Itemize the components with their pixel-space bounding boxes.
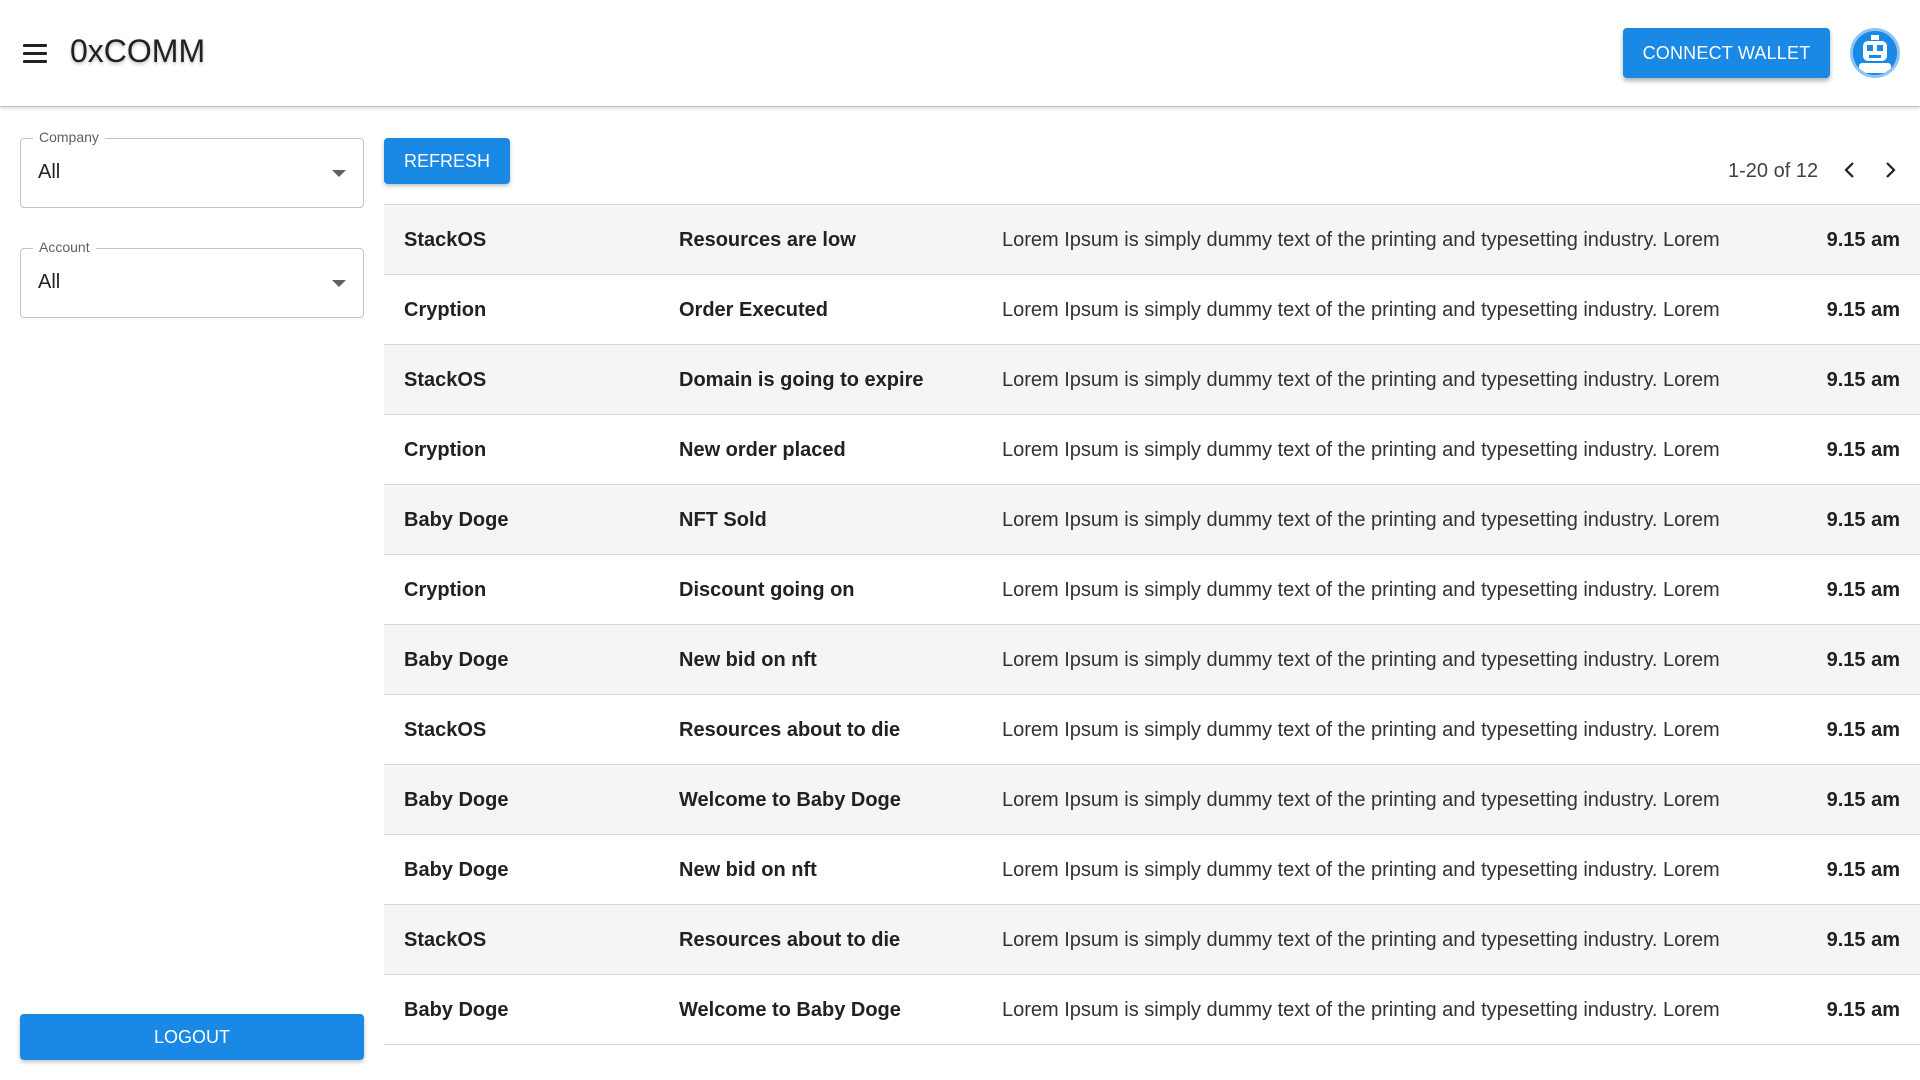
notification-row[interactable]: Cryption Order Executed Lorem Ipsum is sim… [384,275,1920,345]
notification-time: 9.15 am [1826,579,1900,601]
menu-icon[interactable] [18,38,52,68]
notification-company: StackOS [404,369,487,391]
notification-row[interactable]: StackOS Domain is going to expire Lorem Ip… [384,345,1920,415]
logout-button[interactable]: LOGOUT [20,1014,364,1060]
notification-subject: New bid on nft [679,649,817,671]
notification-time: 9.15 am [1826,649,1900,671]
notification-row[interactable]: Cryption Discount going on Lorem Ipsum is … [384,555,1920,625]
notification-row[interactable]: Cryption New order placed Lorem Ipsum is s… [384,415,1920,485]
notification-row[interactable]: StackOS Resources are low Lorem Ipsum is s… [384,205,1920,275]
notification-time: 9.15 am [1826,929,1900,951]
notification-company: Cryption [404,439,487,461]
notification-time: 9.15 am [1826,299,1900,321]
notification-row[interactable]: StackOS Resources about to die Lorem Ipsum… [384,905,1920,975]
notification-row[interactable]: Baby Doge New bid on nft Lorem Ipsum is si… [384,625,1920,695]
app-title: 0xCOMM [70,33,206,69]
notification-company: StackOS [404,229,487,251]
notification-subject: New bid on nft [679,859,817,881]
account-select-value: All [38,271,61,293]
notification-row[interactable]: Baby Doge NFT Sold Lorem Ipsum is simply d… [384,485,1920,555]
notification-row[interactable]: Baby Doge New bid on nft Lorem Ipsum is si… [384,835,1920,905]
notification-time: 9.15 am [1826,789,1900,811]
notification-subject: Discount going on [679,579,855,601]
notification-time: 9.15 am [1826,439,1900,461]
chevron-right-icon[interactable] [1872,152,1908,188]
notification-company: Baby Doge [404,649,509,671]
notification-row[interactable]: StackOS Resources about to die Lorem Ipsum… [384,695,1920,765]
notification-list: StackOS Resources are low Lorem Ipsum is s… [384,204,1920,1045]
account-select[interactable]: Account All [20,239,364,318]
notification-company: Baby Doge [404,509,509,531]
company-select-value: All [38,161,61,183]
notification-time: 9.15 am [1826,229,1900,251]
chevron-down-icon [332,280,346,287]
notification-company: Baby Doge [404,859,509,881]
connect-wallet-button[interactable]: CONNECT WALLET [1623,28,1830,78]
notification-time: 9.15 am [1826,859,1900,881]
notification-subject: Welcome to Baby Doge [679,789,901,811]
notification-time: 9.15 am [1826,509,1900,531]
notification-time: 9.15 am [1826,999,1900,1021]
notification-subject: NFT Sold [679,509,767,531]
notification-company: Baby Doge [404,999,509,1021]
notification-company: StackOS [404,929,487,951]
notification-company: Cryption [404,299,487,321]
company-select[interactable]: Company All [20,129,364,208]
company-select-label: Company [33,129,105,145]
avatar-icon[interactable] [1850,28,1900,78]
notification-subject: Resources are low [679,229,856,251]
notification-subject: New order placed [679,439,846,461]
refresh-button[interactable]: REFRESH [384,138,510,184]
notification-row[interactable]: Baby Doge Welcome to Baby Doge Lorem Ipsum… [384,765,1920,835]
chevron-left-icon[interactable] [1832,152,1868,188]
notification-time: 9.15 am [1826,369,1900,391]
notification-company: Cryption [404,579,487,601]
notification-row[interactable]: Baby Doge Welcome to Baby Doge Lorem Ipsum… [384,975,1920,1045]
pagination-range: 1-20 of 12 [1728,160,1819,182]
account-select-label: Account [33,239,96,255]
notification-company: StackOS [404,719,487,741]
notification-time: 9.15 am [1826,719,1900,741]
notification-subject: Resources about to die [679,929,901,951]
notification-company: Baby Doge [404,789,509,811]
notification-subject: Resources about to die [679,719,901,741]
notification-subject: Domain is going to expire [679,369,924,391]
notification-subject: Order Executed [679,299,828,321]
chevron-down-icon [332,170,346,177]
app-bar: 0xCOMM CONNECT WALLET [0,0,1920,107]
filter-sidebar: Company All Account All [0,108,383,1080]
notification-subject: Welcome to Baby Doge [679,999,901,1021]
